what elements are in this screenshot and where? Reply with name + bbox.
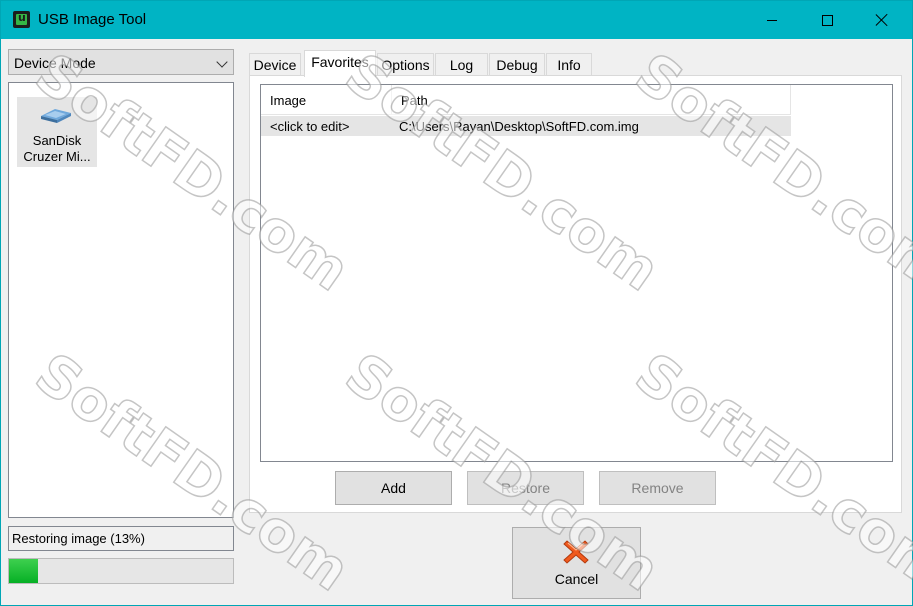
column-header-path[interactable]: Path — [392, 85, 791, 115]
minimize-button[interactable] — [749, 1, 795, 39]
cancel-x-icon — [563, 540, 589, 564]
app-window: USB Image Tool Device Mode SanDisk Cruze… — [0, 0, 913, 606]
maximize-button[interactable] — [804, 1, 850, 39]
tab-favorites[interactable]: Favorites — [304, 50, 376, 77]
status-text: Restoring image (13%) — [12, 531, 145, 546]
app-logo-icon — [13, 11, 30, 28]
cancel-label: Cancel — [554, 571, 599, 587]
window-title: USB Image Tool — [38, 11, 147, 28]
chevron-down-icon — [216, 56, 228, 68]
tab-info[interactable]: Info — [546, 53, 592, 76]
maximize-icon — [821, 14, 833, 26]
close-button[interactable] — [859, 1, 905, 39]
status-box: Restoring image (13%) — [8, 526, 234, 551]
usb-drive-icon — [41, 109, 71, 123]
add-button[interactable]: Add — [335, 471, 452, 505]
device-label: SanDisk Cruzer Mi... — [17, 133, 97, 165]
restore-button[interactable]: Restore — [467, 471, 584, 505]
column-header-image[interactable]: Image — [261, 85, 392, 115]
progress-fill — [9, 559, 38, 583]
table-row[interactable]: <click to edit> C:\Users\Rayan\Desktop\S… — [261, 116, 791, 136]
device-item-sandisk[interactable]: SanDisk Cruzer Mi... — [17, 97, 97, 167]
device-label-line2: Cruzer Mi... — [23, 149, 91, 164]
close-icon — [875, 13, 889, 27]
title-bar[interactable]: USB Image Tool — [1, 1, 912, 39]
remove-button[interactable]: Remove — [599, 471, 716, 505]
tab-debug[interactable]: Debug — [489, 53, 545, 76]
minimize-icon — [767, 19, 777, 21]
device-label-line1: SanDisk — [32, 133, 82, 148]
cancel-button[interactable]: Cancel — [512, 527, 641, 599]
device-list[interactable]: SanDisk Cruzer Mi... — [8, 82, 234, 518]
cell-image[interactable]: <click to edit> — [270, 119, 350, 134]
mode-dropdown[interactable]: Device Mode — [8, 49, 234, 75]
favorites-list[interactable]: Image Path <click to edit> C:\Users\Raya… — [260, 84, 893, 462]
mode-dropdown-value: Device Mode — [14, 55, 96, 71]
tab-device[interactable]: Device — [249, 53, 301, 76]
list-header: Image Path — [261, 85, 791, 115]
cell-path: C:\Users\Rayan\Desktop\SoftFD.com.img — [399, 119, 639, 134]
progress-bar — [8, 558, 234, 584]
tab-options[interactable]: Options — [377, 53, 434, 76]
tab-log[interactable]: Log — [435, 53, 488, 76]
